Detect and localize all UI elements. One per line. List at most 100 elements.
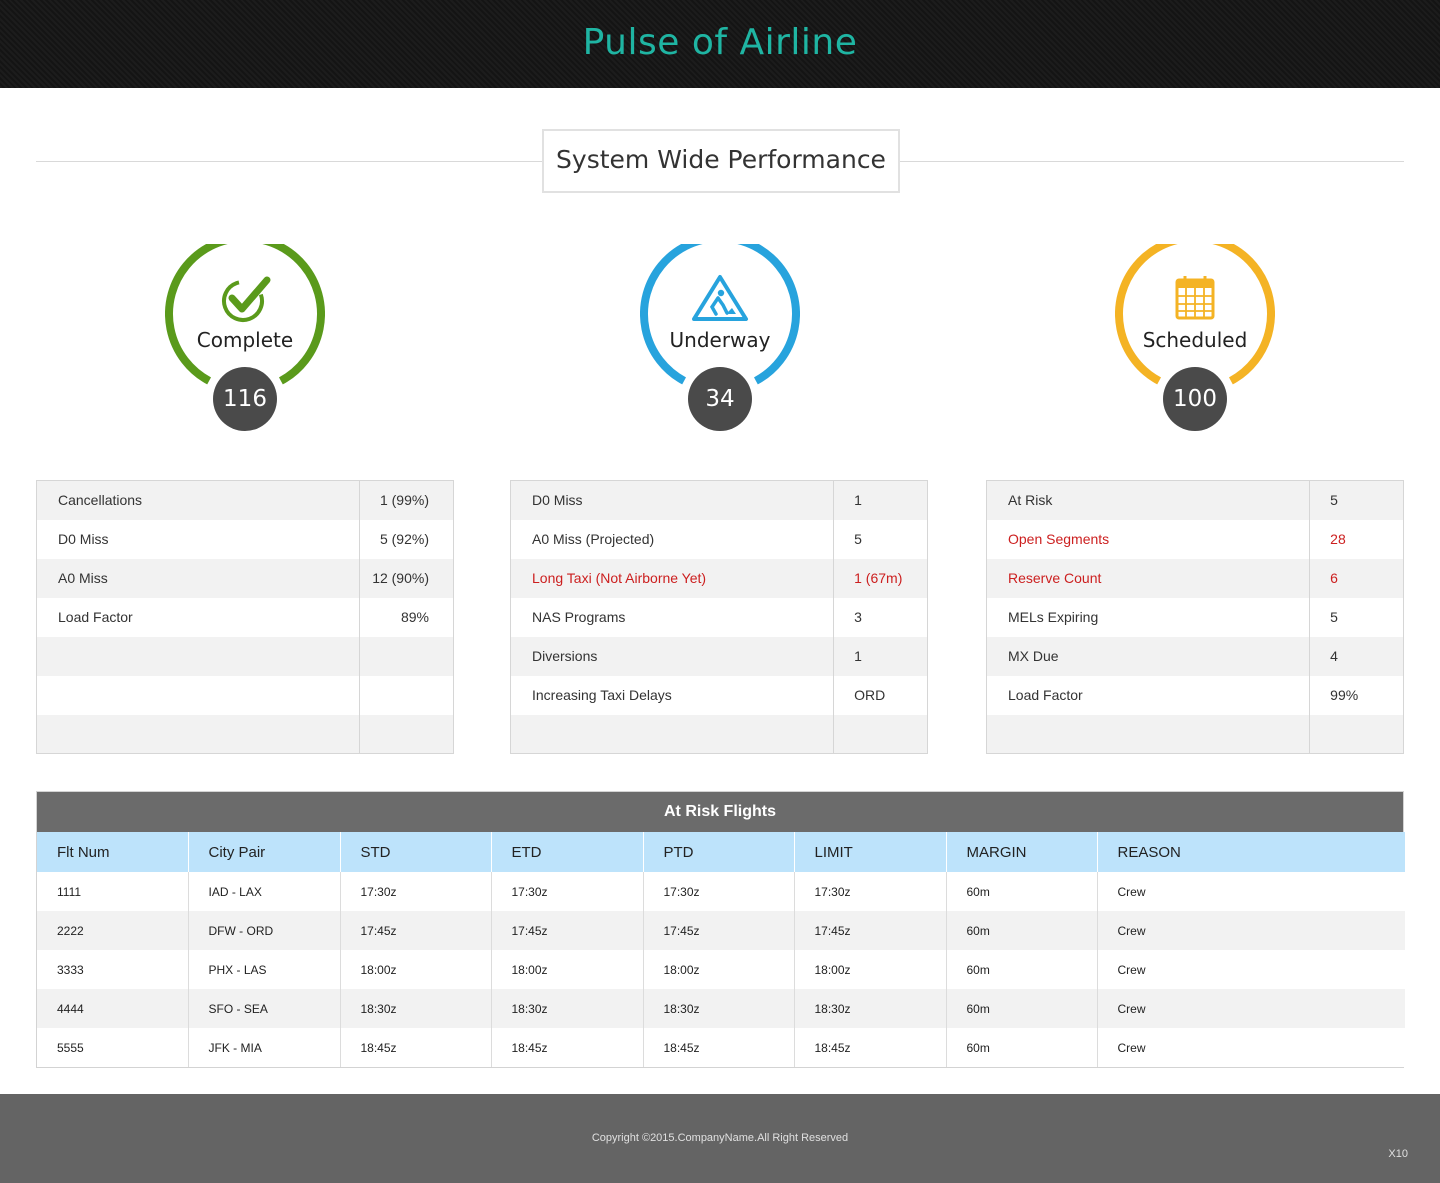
stat-row: D0 Miss 1 — [510, 480, 928, 520]
table-cell: 1111 — [37, 872, 189, 911]
stat-row — [36, 675, 454, 715]
stat-row — [36, 636, 454, 676]
table-cell: 18:00z — [491, 950, 644, 989]
stat-value: 6 — [1309, 558, 1404, 598]
stat-label: NAS Programs — [510, 597, 835, 637]
table-cell: 4444 — [37, 989, 189, 1028]
table-cell: 17:45z — [491, 911, 644, 950]
table-row[interactable]: 3333 PHX - LAS 18:00z 18:00z 18:00z 18:00z 60m… — [37, 950, 1405, 989]
stat-value: 28 — [1309, 519, 1404, 559]
table-cell: 60m — [946, 872, 1098, 911]
stat-row: Open Segments 28 — [986, 519, 1404, 559]
stat-value: 1 (99%) — [359, 480, 454, 520]
table-cell: JFK - MIA — [188, 1028, 341, 1067]
stat-value: 5 — [833, 519, 928, 559]
stat-label: Load Factor — [986, 675, 1311, 715]
column-header[interactable]: STD — [340, 832, 492, 872]
stat-row: Cancellations 1 (99%) — [36, 480, 454, 520]
stat-row: Diversions 1 — [510, 636, 928, 676]
table-row[interactable]: 2222 DFW - ORD 17:45z 17:45z 17:45z 17:45z 60m… — [37, 911, 1405, 950]
table-cell: 18:30z — [340, 989, 492, 1028]
at-risk-flights-table: Flt Num City Pair STD ETD PTD LIMIT MARGIN REAS… — [37, 832, 1405, 1067]
stat-label: Increasing Taxi Delays — [510, 675, 835, 715]
column-header[interactable]: REASON — [1097, 832, 1405, 872]
stat-value: ORD — [833, 675, 928, 715]
gauge-underway[interactable]: Underway 34 — [640, 244, 800, 434]
stat-value — [833, 714, 928, 754]
column-header[interactable]: ETD — [491, 832, 644, 872]
stat-value: 5 — [1309, 597, 1404, 637]
stat-row — [986, 714, 1404, 754]
table-cell: 5555 — [37, 1028, 189, 1067]
stat-row: Increasing Taxi Delays ORD — [510, 675, 928, 715]
stat-value: 99% — [1309, 675, 1404, 715]
stat-value: 1 — [833, 480, 928, 520]
table-cell: 17:45z — [794, 911, 947, 950]
stat-row: Long Taxi (Not Airborne Yet) 1 (67m) — [510, 558, 928, 598]
copyright-text: Copyright ©2015.CompanyName.All Right Re… — [591, 1132, 849, 1144]
stat-row — [510, 714, 928, 754]
stat-value — [359, 636, 454, 676]
table-cell: 18:30z — [643, 989, 795, 1028]
stat-value — [1309, 714, 1404, 754]
table-cell: 60m — [946, 950, 1098, 989]
table-row[interactable]: 1111 IAD - LAX 17:30z 17:30z 17:30z 17:30z 60m… — [37, 872, 1405, 911]
column-header[interactable]: Flt Num — [37, 832, 189, 872]
stat-value: 5 (92%) — [359, 519, 454, 559]
footer: Copyright ©2015.CompanyName.All Right Re… — [0, 1094, 1440, 1183]
stat-value: 3 — [833, 597, 928, 637]
road-work-icon — [690, 274, 750, 324]
table-cell: 17:30z — [794, 872, 947, 911]
calendar-icon — [1165, 274, 1225, 324]
column-header[interactable]: PTD — [643, 832, 795, 872]
stat-label: A0 Miss — [36, 558, 361, 598]
stat-label: Load Factor — [36, 597, 361, 637]
stat-label: MELs Expiring — [986, 597, 1311, 637]
table-cell: Crew — [1097, 950, 1405, 989]
version-label: X10 — [1388, 1148, 1408, 1160]
stat-row: MX Due 4 — [986, 636, 1404, 676]
gauge-complete[interactable]: Complete 116 — [165, 244, 325, 434]
table-cell: 18:30z — [491, 989, 644, 1028]
complete-stats-table: Cancellations 1 (99%) D0 Miss 5 (92%) A0 Mis… — [36, 480, 454, 754]
stat-label: A0 Miss (Projected) — [510, 519, 835, 559]
table-cell: Crew — [1097, 1028, 1405, 1067]
column-header[interactable]: MARGIN — [946, 832, 1098, 872]
table-cell: 18:45z — [491, 1028, 644, 1067]
stat-row: At Risk 5 — [986, 480, 1404, 520]
at-risk-flights-title: At Risk Flights — [37, 792, 1403, 832]
table-cell: 17:45z — [340, 911, 492, 950]
stat-label: D0 Miss — [510, 480, 835, 520]
stat-row: MELs Expiring 5 — [986, 597, 1404, 637]
table-cell: PHX - LAS — [188, 950, 341, 989]
column-header[interactable]: LIMIT — [794, 832, 947, 872]
table-row[interactable]: 4444 SFO - SEA 18:30z 18:30z 18:30z 18:30z 60m… — [37, 989, 1405, 1028]
stat-value: 4 — [1309, 636, 1404, 676]
table-cell: SFO - SEA — [188, 989, 341, 1028]
stat-label: At Risk — [986, 480, 1311, 520]
stat-label — [36, 636, 361, 676]
gauge-count: 34 — [688, 367, 752, 431]
column-header[interactable]: City Pair — [188, 832, 341, 872]
stat-label: Reserve Count — [986, 558, 1311, 598]
stat-label: Long Taxi (Not Airborne Yet) — [510, 558, 835, 598]
stat-label — [36, 675, 361, 715]
stat-value — [359, 675, 454, 715]
stat-row: Load Factor 89% — [36, 597, 454, 637]
stat-value: 89% — [359, 597, 454, 637]
table-cell: 18:45z — [794, 1028, 947, 1067]
stat-label — [986, 714, 1311, 754]
table-cell: Crew — [1097, 989, 1405, 1028]
stat-row: Load Factor 99% — [986, 675, 1404, 715]
stat-label: Cancellations — [36, 480, 361, 520]
table-cell: Crew — [1097, 872, 1405, 911]
stat-value: 1 (67m) — [833, 558, 928, 598]
stat-row: Reserve Count 6 — [986, 558, 1404, 598]
scheduled-stats-table: At Risk 5 Open Segments 28 Reserve Count 6 MEL… — [986, 480, 1404, 754]
table-cell: 18:30z — [794, 989, 947, 1028]
gauge-scheduled[interactable]: Scheduled 100 — [1115, 244, 1275, 434]
table-cell: 2222 — [37, 911, 189, 950]
gauge-label: Underway — [669, 328, 771, 352]
table-row[interactable]: 5555 JFK - MIA 18:45z 18:45z 18:45z 18:45z 60m… — [37, 1028, 1405, 1067]
table-cell: 18:45z — [643, 1028, 795, 1067]
